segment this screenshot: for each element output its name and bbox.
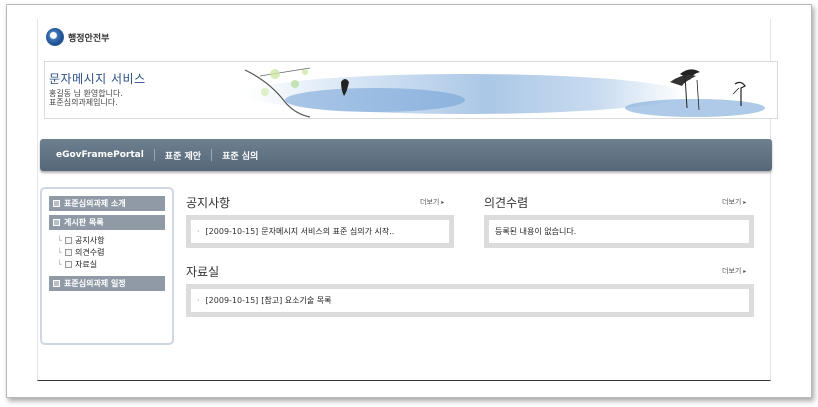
board-tree: └ 공지사항 └ 의견수렴 └ 자료실 xyxy=(49,234,165,270)
arrow-right-icon: ▸ xyxy=(741,199,747,206)
more-label: 더보기 xyxy=(722,198,742,206)
post-date: [2009-10-15] xyxy=(205,296,259,305)
sidebar-menu: 표준심의과제 소개 게시판 목록 └ 공지사항 └ 의견수렴 └ 자료실 표준심… xyxy=(40,187,174,345)
more-link[interactable]: 더보기 ▸ xyxy=(722,197,746,207)
sidebar-item-review-intro[interactable]: 표준심의과제 소개 xyxy=(49,196,165,211)
service-banner: 문자메시지 서비스 홍길동 님 환영합니다. 표준심의과제입니다. xyxy=(44,61,778,119)
page-container: 행정안전부 문자메시지 서비스 홍길동 님 환영합니다. 표준심의과제입니다. xyxy=(37,19,778,381)
board-list-box: · [2009-10-15] 문자메시지 서비스의 표준 심의가 시작.. xyxy=(186,215,454,248)
nav-egovframeportal[interactable]: eGovFramePortal xyxy=(56,150,144,160)
government-emblem-icon xyxy=(46,28,64,46)
nav-standard-review[interactable]: 표준 심의 xyxy=(222,149,258,162)
bullet-icon: · xyxy=(197,296,200,305)
post-title: 문자메시지 서비스의 표준 심의가 시작.. xyxy=(261,227,395,236)
sidebar-item-label: 표준심의과제 소개 xyxy=(64,199,126,208)
bullet-icon: · xyxy=(197,227,200,236)
tree-line-icon: └ xyxy=(57,259,62,269)
post-date: [2009-10-15] xyxy=(205,227,259,236)
document-icon xyxy=(65,236,72,244)
nav-divider xyxy=(153,149,155,161)
sidebar-item-label: 자료실 xyxy=(75,259,98,269)
banner-title: 문자메시지 서비스 xyxy=(49,72,146,86)
sidebar-item-label: 의견수렴 xyxy=(75,247,105,257)
tree-line-icon: └ xyxy=(57,235,62,245)
more-label: 더보기 xyxy=(722,267,742,275)
ink-painting-banner-image xyxy=(244,67,765,118)
more-label: 더보기 xyxy=(420,198,440,206)
board-list-box: 등록된 내용이 없습니다. xyxy=(484,215,754,248)
more-link[interactable]: 더보기 ▸ xyxy=(722,266,746,276)
nav-divider xyxy=(211,149,213,161)
list-item[interactable]: · [2009-10-15] 문자메시지 서비스의 표준 심의가 시작.. xyxy=(191,220,449,243)
list-item[interactable]: · [2009-10-15] [참고] 요소기술 목록 xyxy=(191,289,749,312)
main-navigation: eGovFramePortal 표준 제안 표준 심의 xyxy=(40,139,772,171)
empty-message: 등록된 내용이 없습니다. xyxy=(489,220,749,243)
sidebar-item-label: 공지사항 xyxy=(75,235,105,245)
more-link[interactable]: 더보기 ▸ xyxy=(420,197,444,207)
tree-line-icon: └ xyxy=(57,247,62,257)
sidebar-item-opinion[interactable]: └ 의견수렴 xyxy=(57,246,165,258)
board-title: 공지사항 xyxy=(186,196,231,210)
sidebar-item-label: 게시판 목록 xyxy=(64,218,104,227)
welcome-message: 홍길동 님 환영합니다. 표준심의과제입니다. xyxy=(49,89,123,107)
square-bullet-icon xyxy=(53,280,60,287)
welcome-line-1: 홍길동 님 환영합니다. xyxy=(49,89,123,98)
arrow-right-icon: ▸ xyxy=(439,199,445,206)
post-title: [참고] 요소기술 목록 xyxy=(261,296,332,305)
notice-board: 공지사항 더보기 ▸ · [2009-10-15] 문자메시지 서비스의 표준 … xyxy=(186,194,454,254)
board-title: 의견수렴 xyxy=(484,196,529,210)
document-icon xyxy=(65,260,72,268)
sidebar-item-label: 표준심의과제 일정 xyxy=(64,279,126,288)
sidebar-item-archive[interactable]: └ 자료실 xyxy=(57,258,165,270)
document-icon xyxy=(65,248,72,256)
sidebar-item-board-list[interactable]: 게시판 목록 xyxy=(49,215,165,230)
sidebar-item-notice[interactable]: └ 공지사항 xyxy=(57,234,165,246)
board-title: 자료실 xyxy=(186,265,220,279)
board-list-box: · [2009-10-15] [참고] 요소기술 목록 xyxy=(186,284,754,317)
arrow-right-icon: ▸ xyxy=(741,268,747,275)
archive-board: 자료실 더보기 ▸ · [2009-10-15] [참고] 요소기술 목록 xyxy=(186,263,754,323)
nav-standard-proposal[interactable]: 표준 제안 xyxy=(165,149,201,162)
logo-text: 행정안전부 xyxy=(68,33,110,44)
browser-frame: 행정안전부 문자메시지 서비스 홍길동 님 환영합니다. 표준심의과제입니다. xyxy=(6,4,812,398)
sidebar-item-review-schedule[interactable]: 표준심의과제 일정 xyxy=(49,276,165,291)
opinion-board: 의견수렴 더보기 ▸ 등록된 내용이 없습니다. xyxy=(484,194,754,254)
ministry-logo[interactable]: 행정안전부 xyxy=(46,27,109,47)
welcome-line-2: 표준심의과제입니다. xyxy=(49,98,118,107)
square-bullet-icon xyxy=(53,200,60,207)
square-bullet-icon xyxy=(53,219,60,226)
